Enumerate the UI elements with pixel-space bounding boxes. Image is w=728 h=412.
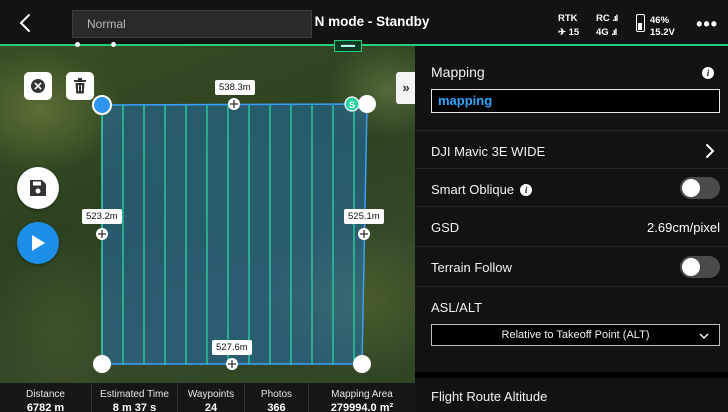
terrain-follow-toggle[interactable] (680, 256, 720, 278)
info-button[interactable]: i (702, 64, 714, 82)
terrain-follow-row: Terrain Follow (415, 246, 728, 286)
smart-oblique-toggle[interactable] (680, 177, 720, 199)
stat-value: 6782 m (26, 402, 65, 412)
back-button[interactable] (14, 11, 38, 35)
collapse-panel-button[interactable]: » (396, 72, 415, 104)
gsd-label: GSD (431, 220, 460, 235)
stat-label: Photos (260, 389, 293, 400)
rc-signal: RC .ıl (596, 13, 618, 24)
rc-label: RC (596, 13, 610, 24)
delete-button[interactable] (66, 72, 94, 100)
save-icon (30, 180, 46, 196)
stat-value: 24 (204, 402, 218, 412)
stat-value: 279994.0 m² (330, 402, 394, 412)
chevron-down-icon (699, 333, 709, 339)
start-mission-button[interactable] (17, 222, 59, 264)
stat-label: Mapping Area (331, 389, 393, 400)
satellite-count: 15 (568, 27, 580, 38)
altitude-mode-value: Relative to Takeoff Point (ALT) (501, 329, 650, 341)
signal-bars-icon: .ıl (612, 13, 618, 24)
stat-waypoints: Waypoints 24 (178, 383, 245, 412)
double-chevron-right-icon: » (402, 80, 410, 95)
stat-distance: Distance 6782 m (0, 383, 92, 412)
rtk-label: RTK (558, 13, 578, 24)
start-point-label: S (349, 100, 355, 110)
network-signal: 4G .ıl (596, 27, 617, 38)
corner-marker-bottom-left[interactable] (93, 355, 111, 373)
chevron-left-icon (19, 14, 30, 32)
save-button[interactable] (17, 167, 59, 209)
corner-marker-top-left[interactable] (92, 95, 112, 115)
terrain-follow-label: Terrain Follow (431, 260, 512, 275)
clear-button[interactable] (24, 72, 52, 100)
asl-alt-label: ASL/ALT (431, 300, 483, 315)
stat-estimated-time: Estimated Time 8 m 37 s (92, 383, 178, 412)
info-icon: i (702, 67, 714, 79)
battery-icon (636, 14, 645, 32)
top-edge-distance: 538.3m (215, 80, 255, 95)
stat-value: 366 (267, 402, 286, 412)
stat-mapping-area: Mapping Area 279994.0 m² (309, 383, 415, 412)
gsd-row: GSD 2.69cm/pixel (415, 206, 728, 246)
bottom-edge-distance: 527.6m (212, 340, 252, 355)
map-view[interactable]: S 538.3m 523.2m 525.1m 527.6m » Distance… (0, 0, 415, 412)
altitude-mode-row: ASL/ALT (415, 286, 728, 358)
progress-dot (111, 42, 116, 47)
play-icon (32, 235, 45, 251)
altitude-mode-select[interactable]: Relative to Takeoff Point (ALT) (431, 324, 720, 346)
toggle-knob (682, 179, 700, 197)
network-label: 4G (596, 27, 609, 38)
close-circle-icon (31, 79, 45, 93)
smart-oblique-row: Smart Oblique i (415, 168, 728, 206)
flight-route-altitude-row: Flight Route Altitude (415, 372, 728, 412)
trash-icon (74, 78, 86, 94)
mode-dropdown[interactable]: Normal (72, 10, 312, 38)
more-options-button[interactable]: ••• (696, 14, 718, 35)
smart-oblique-text: Smart Oblique (431, 182, 515, 197)
flight-route-altitude-label: Flight Route Altitude (431, 389, 548, 404)
stat-photos: Photos 366 (245, 383, 309, 412)
corner-marker-bottom-right[interactable] (353, 355, 371, 373)
toggle-knob (682, 258, 700, 276)
stat-label: Waypoints (187, 389, 235, 400)
stat-label: Estimated Time (100, 389, 169, 400)
stat-value: 8 m 37 s (112, 402, 157, 412)
smart-oblique-label: Smart Oblique i (431, 182, 533, 197)
battery-percent: 46% (650, 15, 670, 26)
gsd-value: 2.69cm/pixel (647, 220, 720, 235)
corner-marker-top-right[interactable] (358, 95, 376, 113)
right-edge-distance: 525.1m (344, 209, 384, 224)
info-icon[interactable]: i (520, 184, 533, 196)
left-edge-distance: 523.2m (82, 209, 122, 224)
mission-stats-bar: Distance 6782 m Estimated Time 8 m 37 s … (0, 383, 415, 412)
route-overlay: S (92, 95, 376, 373)
mission-settings-panel: Mapping i mapping DJI Mavic 3E WIDE Smar… (415, 46, 728, 412)
progress-dot (75, 42, 80, 47)
satellite-status: ✈︎ 15 (558, 27, 579, 38)
survey-area (101, 103, 368, 365)
signal-bars-icon: .ıl (611, 27, 617, 38)
camera-label: DJI Mavic 3E WIDE (431, 144, 546, 159)
aircraft-indicator-chip: ▬▬ (334, 40, 362, 52)
chevron-right-icon (706, 144, 715, 158)
camera-row[interactable]: DJI Mavic 3E WIDE (415, 130, 728, 168)
battery-voltage: 15.2V (650, 27, 675, 38)
satellite-icon: ✈︎ (558, 27, 566, 38)
top-status-bar: Normal N mode - Standby ▬▬ RTK ✈︎ 15 RC … (0, 0, 728, 52)
mission-name-input[interactable]: mapping (431, 89, 720, 113)
flight-mode-status: N mode - Standby (314, 14, 430, 29)
panel-title: Mapping (431, 64, 485, 80)
stat-label: Distance (26, 389, 65, 400)
more-dots-icon: ••• (696, 14, 718, 34)
